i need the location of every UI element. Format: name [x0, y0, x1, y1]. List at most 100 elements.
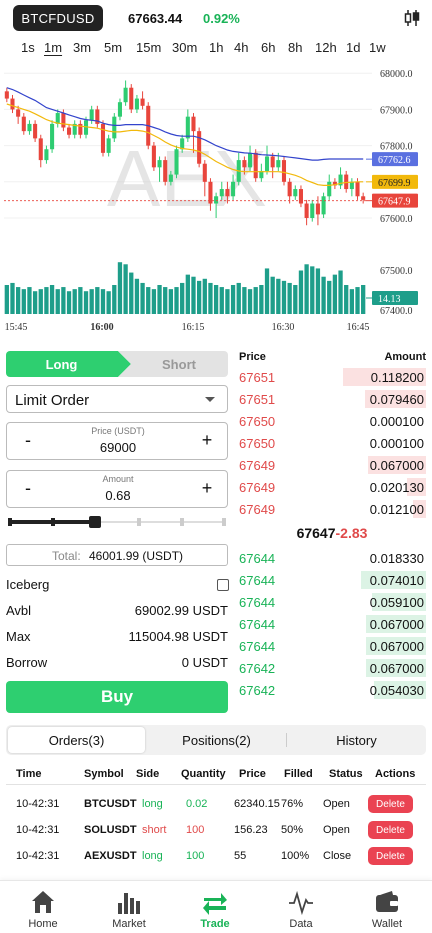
tab-orders[interactable]: Orders(3): [8, 727, 145, 753]
interval-tab[interactable]: 6h: [261, 40, 275, 55]
delete-button[interactable]: Delete: [368, 847, 413, 865]
amount-input[interactable]: 0.68: [7, 488, 229, 503]
volume-bar: [236, 282, 241, 314]
candle-body: [248, 152, 253, 168]
bid-row[interactable]: 67644 0.018330: [236, 549, 428, 567]
candle-body: [219, 189, 224, 197]
table-row[interactable]: 10-42:31 BTCUSDT long 0.02 62340.15 76% Open De…: [6, 792, 426, 818]
interval-tab[interactable]: 8h: [288, 40, 302, 55]
slider-step[interactable]: [8, 518, 12, 526]
candle-body: [214, 196, 219, 204]
interval-tab[interactable]: 15m: [136, 40, 161, 55]
amount-slider[interactable]: [8, 515, 228, 529]
interval-tab[interactable]: 30m: [172, 40, 197, 55]
volume-bar: [298, 270, 304, 314]
volume-bar: [163, 287, 168, 314]
total-field: Total: 46001.99 (USDT): [6, 544, 228, 566]
delete-button[interactable]: Delete: [368, 821, 413, 839]
price-caption: Price (USDT): [91, 426, 145, 436]
symbol-selector-button[interactable]: BTCFDUSD: [13, 5, 103, 31]
order-type-value: Limit Order: [15, 392, 90, 409]
borrow-row: Borrow 0 USDT: [6, 655, 228, 671]
volume-bar: [157, 285, 162, 314]
price-increment-button[interactable]: +: [197, 430, 217, 451]
candle-body: [321, 196, 326, 215]
bid-row[interactable]: 67644 0.059100: [236, 593, 428, 611]
bid-row[interactable]: 67644 0.067000: [236, 637, 428, 655]
interval-tab[interactable]: 1s: [21, 40, 35, 55]
candle-body: [44, 149, 49, 161]
column-header: Quantity: [181, 768, 226, 780]
price-input[interactable]: 69000: [7, 440, 229, 455]
candle-body: [106, 138, 111, 153]
interval-tab[interactable]: 5m: [104, 40, 122, 55]
ask-row[interactable]: 67650 0.000100: [236, 412, 428, 430]
candlestick-settings-icon[interactable]: [403, 9, 421, 27]
ask-price: 67650: [239, 414, 276, 429]
candle-body: [281, 160, 287, 182]
nav-item-data[interactable]: Data: [258, 886, 344, 932]
volume-bar: [355, 287, 360, 314]
short-tab[interactable]: Short: [118, 351, 228, 377]
ask-row[interactable]: 67649 0.012100: [236, 500, 428, 518]
iceberg-label: Iceberg: [6, 577, 50, 592]
volume-bar: [310, 266, 315, 314]
long-short-toggle: Long Short: [6, 351, 228, 377]
candle-body: [140, 98, 145, 106]
slider-step[interactable]: [137, 518, 141, 526]
ask-row[interactable]: 67649 0.020130: [236, 478, 428, 496]
amount-caption: Amount: [102, 474, 134, 484]
orders-tabs: Orders(3) Positions(2) History: [6, 725, 426, 755]
slider-step[interactable]: [222, 518, 226, 526]
interval-tab[interactable]: 1w: [369, 40, 386, 55]
amount-increment-button[interactable]: +: [197, 478, 217, 499]
buy-button[interactable]: Buy: [6, 681, 228, 713]
candle-body: [287, 181, 292, 197]
slider-step[interactable]: [180, 518, 184, 526]
volume-bar: [242, 287, 247, 314]
order-book-mid-price: 67647-2.83: [236, 525, 428, 543]
tab-history[interactable]: History: [288, 727, 425, 753]
bid-row[interactable]: 67644 0.067000: [236, 615, 428, 633]
candle-body: [50, 123, 55, 150]
ask-row[interactable]: 67651 0.079460: [236, 390, 428, 408]
order-type-select[interactable]: Limit Order: [6, 385, 228, 413]
total-label: Total:: [52, 549, 81, 563]
candle-body: [293, 189, 298, 197]
ask-row[interactable]: 67650 0.000100: [236, 434, 428, 452]
nav-item-market[interactable]: Market: [86, 886, 172, 932]
nav-item-wallet[interactable]: Wallet: [344, 886, 430, 932]
tab-positions[interactable]: Positions(2): [148, 727, 285, 753]
interval-tab[interactable]: 12h: [315, 40, 337, 55]
nav-item-trade[interactable]: Trade: [172, 886, 258, 932]
ask-amount: 0.020130: [369, 480, 424, 495]
interval-tab-active[interactable]: 1m: [44, 40, 62, 55]
cell-quantity: 0.02: [186, 798, 208, 810]
candle-body: [134, 98, 139, 110]
table-row[interactable]: 10-42:31 SOLUSDT short 100 156.23 50% Open Dele…: [6, 818, 426, 844]
ask-row[interactable]: 67649 0.067000: [236, 456, 428, 474]
candle-body: [225, 189, 230, 197]
iceberg-checkbox[interactable]: [217, 579, 229, 591]
delete-button[interactable]: Delete: [368, 795, 413, 813]
table-row[interactable]: 10-42:31 AEXUSDT long 100 55 100% Close Delete: [6, 844, 426, 870]
nav-item-home[interactable]: Home: [0, 886, 86, 932]
volume-bar: [146, 287, 151, 314]
ask-row[interactable]: 67651 0.118200: [236, 368, 428, 386]
long-tab[interactable]: Long: [6, 351, 131, 377]
x-axis-label: 16:30: [272, 322, 295, 333]
slider-step[interactable]: [51, 518, 55, 526]
available-row: Avbl 69002.99 USDT: [6, 603, 228, 619]
interval-tab[interactable]: 1d: [346, 40, 360, 55]
bid-row[interactable]: 67642 0.067000: [236, 659, 428, 677]
ma-blue-price-tag: 67762.6: [378, 155, 411, 166]
candlestick-chart[interactable]: AEX 68000.0 67900.0 67800.0 67600.0 67500.0 6…: [0, 58, 432, 338]
bid-row[interactable]: 67644 0.074010: [236, 571, 428, 589]
interval-tab[interactable]: 3m: [73, 40, 91, 55]
volume-bar: [32, 291, 38, 314]
slider-handle[interactable]: [89, 516, 102, 528]
volume-bar: [332, 274, 338, 314]
interval-tab[interactable]: 4h: [234, 40, 248, 55]
interval-tab[interactable]: 1h: [209, 40, 223, 55]
bid-row[interactable]: 67642 0.054030: [236, 681, 428, 699]
